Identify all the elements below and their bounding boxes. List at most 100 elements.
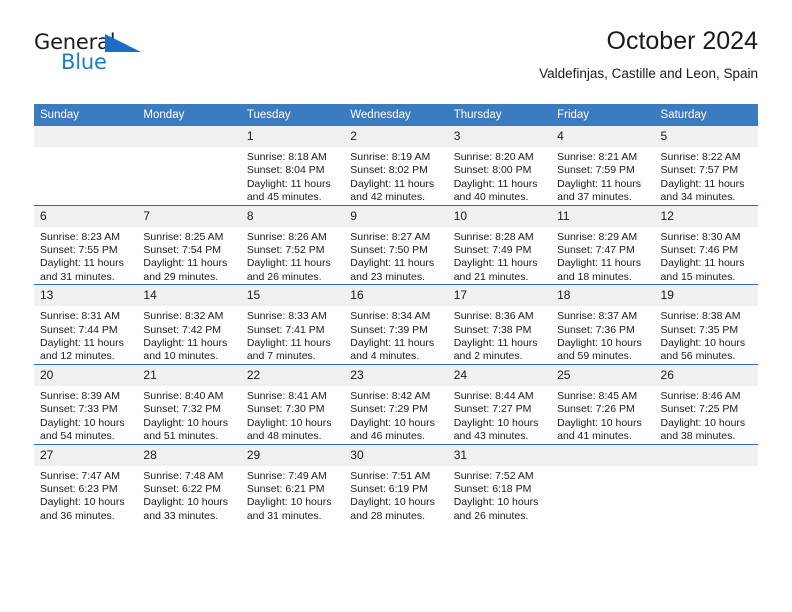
day-sun-details: Sunrise: 8:46 AM Sunset: 7:25 PM Daylight:… xyxy=(655,386,758,444)
calendar-day-cell[interactable]: 7 Sunrise: 8:25 AM Sunset: 7:54 PM Daylight… xyxy=(137,204,241,285)
calendar-day-cell[interactable]: 2 Sunrise: 8:19 AM Sunset: 8:02 PM Daylight… xyxy=(344,126,448,206)
calendar-day-cell[interactable]: 15 Sunrise: 8:33 AM Sunset: 7:41 PM Dayligh… xyxy=(240,284,345,365)
day-detail-line: Sunrise: 8:27 AM xyxy=(350,230,431,243)
day-detail-line: and 31 minutes. xyxy=(246,509,322,522)
day-number xyxy=(551,444,655,466)
general-blue-logo[interactable]: General Blue xyxy=(34,30,164,82)
day-detail-line: and 40 minutes. xyxy=(453,191,529,204)
day-detail-line: Daylight: 11 hours xyxy=(40,337,124,350)
day-detail-line: Daylight: 10 hours xyxy=(557,337,642,350)
calendar-day-cell[interactable]: 31 Sunrise: 7:52 AM Sunset: 6:18 PM Dayligh… xyxy=(447,443,552,524)
page-header: General Blue October 2024 Valdefinjas, C… xyxy=(34,26,758,98)
calendar-day-cell[interactable]: 26 Sunrise: 8:46 AM Sunset: 7:25 PM Dayligh… xyxy=(654,363,758,444)
day-detail-line: Sunrise: 8:20 AM xyxy=(453,151,534,163)
calendar-header-row: Sunday Monday Tuesday Wednesday Thursday Frid… xyxy=(34,104,758,126)
day-number: 4 xyxy=(551,126,655,147)
day-sun-details: Sunrise: 8:19 AM Sunset: 8:02 PM Daylight:… xyxy=(344,147,447,205)
calendar-day-cell[interactable]: 5 Sunrise: 8:22 AM Sunset: 7:57 PM Daylight… xyxy=(654,126,758,206)
day-number: 6 xyxy=(34,205,138,227)
day-detail-line: Sunrise: 8:41 AM xyxy=(246,389,327,402)
day-sun-details xyxy=(137,147,240,151)
day-number: 20 xyxy=(34,364,138,386)
day-number: 23 xyxy=(344,364,448,386)
calendar-day-cell[interactable]: 20 Sunrise: 8:39 AM Sunset: 7:33 PM Dayligh… xyxy=(34,363,138,444)
day-number: 2 xyxy=(344,126,448,147)
day-number: 25 xyxy=(551,364,655,386)
calendar-day-cell[interactable]: 21 Sunrise: 8:40 AM Sunset: 7:32 PM Dayligh… xyxy=(137,363,241,444)
day-detail-line: Sunset: 7:55 PM xyxy=(40,244,118,257)
day-detail-line: Daylight: 11 hours xyxy=(557,177,641,190)
day-detail-line: and 51 minutes. xyxy=(143,430,219,443)
day-detail-line: and 21 minutes. xyxy=(453,270,529,283)
calendar-day-cell[interactable]: 22 Sunrise: 8:41 AM Sunset: 7:30 PM Dayligh… xyxy=(240,363,345,444)
day-detail-line: Sunset: 7:47 PM xyxy=(557,244,635,257)
calendar-day-cell[interactable]: 1 Sunrise: 8:18 AM Sunset: 8:04 PM Daylight… xyxy=(240,126,345,206)
day-detail-line: Sunset: 7:44 PM xyxy=(40,323,118,336)
day-detail-line: Sunset: 7:49 PM xyxy=(453,244,532,257)
calendar-day-cell[interactable]: 24 Sunrise: 8:44 AM Sunset: 7:27 PM Dayligh… xyxy=(447,363,552,444)
day-sun-details: Sunrise: 8:45 AM Sunset: 7:26 PM Daylight:… xyxy=(551,386,654,444)
day-detail-line: and 10 minutes. xyxy=(143,350,219,363)
day-sun-details: Sunrise: 7:51 AM Sunset: 6:19 PM Daylight:… xyxy=(344,466,447,524)
calendar-day-cell[interactable]: 29 Sunrise: 7:49 AM Sunset: 6:21 PM Dayligh… xyxy=(240,443,345,524)
calendar-day-cell[interactable]: 12 Sunrise: 8:30 AM Sunset: 7:46 PM Dayligh… xyxy=(654,204,758,285)
day-detail-line: Sunrise: 7:52 AM xyxy=(453,469,534,482)
day-sun-details: Sunrise: 8:42 AM Sunset: 7:29 PM Daylight:… xyxy=(344,386,447,444)
day-detail-line: Daylight: 11 hours xyxy=(246,337,331,350)
day-detail-line: Sunrise: 8:45 AM xyxy=(557,389,638,402)
calendar-week-row: 20 Sunrise: 8:39 AM Sunset: 7:33 PM Dayligh… xyxy=(34,363,758,444)
calendar-day-cell[interactable]: 28 Sunrise: 7:48 AM Sunset: 6:22 PM Dayligh… xyxy=(137,443,241,524)
day-sun-details: Sunrise: 8:25 AM Sunset: 7:54 PM Daylight:… xyxy=(137,227,240,285)
calendar-week-row: 27 Sunrise: 7:47 AM Sunset: 6:23 PM Dayligh… xyxy=(34,443,758,524)
calendar-day-cell[interactable]: 9 Sunrise: 8:27 AM Sunset: 7:50 PM Daylight… xyxy=(344,204,448,285)
day-detail-line: Daylight: 10 hours xyxy=(143,496,229,509)
day-detail-line: and 12 minutes. xyxy=(40,350,115,363)
day-number: 7 xyxy=(137,205,241,227)
day-detail-line: Sunset: 6:21 PM xyxy=(246,482,325,495)
calendar-day-cell[interactable]: 8 Sunrise: 8:26 AM Sunset: 7:52 PM Daylight… xyxy=(240,204,345,285)
calendar-day-cell[interactable]: 10 Sunrise: 8:28 AM Sunset: 7:49 PM Dayligh… xyxy=(447,204,552,285)
calendar-day-cell[interactable]: 25 Sunrise: 8:45 AM Sunset: 7:26 PM Dayligh… xyxy=(551,363,655,444)
day-detail-line: Sunset: 6:22 PM xyxy=(143,482,222,495)
calendar-day-cell[interactable]: 13 Sunrise: 8:31 AM Sunset: 7:44 PM Dayligh… xyxy=(34,284,138,365)
calendar-day-cell[interactable]: 18 Sunrise: 8:37 AM Sunset: 7:36 PM Dayligh… xyxy=(551,284,655,365)
day-sun-details: Sunrise: 8:30 AM Sunset: 7:46 PM Daylight:… xyxy=(655,227,758,285)
day-detail-line: Sunset: 7:25 PM xyxy=(660,403,739,416)
day-sun-details xyxy=(551,466,654,470)
day-detail-line: Daylight: 10 hours xyxy=(246,416,332,429)
calendar-day-cell[interactable]: 19 Sunrise: 8:38 AM Sunset: 7:35 PM Dayligh… xyxy=(654,284,758,365)
day-detail-line: and 15 minutes. xyxy=(660,270,736,283)
day-detail-line: Sunset: 7:57 PM xyxy=(660,164,739,177)
day-sun-details: Sunrise: 8:20 AM Sunset: 8:00 PM Daylight:… xyxy=(448,147,551,205)
calendar-day-cell[interactable]: 11 Sunrise: 8:29 AM Sunset: 7:47 PM Dayligh… xyxy=(551,204,655,285)
day-sun-details: Sunrise: 8:21 AM Sunset: 7:59 PM Daylight:… xyxy=(551,147,654,205)
calendar-day-cell-empty xyxy=(551,443,655,524)
calendar-day-cell[interactable]: 6 Sunrise: 8:23 AM Sunset: 7:55 PM Daylight… xyxy=(34,204,138,285)
day-number: 8 xyxy=(240,205,345,227)
day-number: 9 xyxy=(344,205,448,227)
calendar-day-cell[interactable]: 27 Sunrise: 7:47 AM Sunset: 6:23 PM Dayligh… xyxy=(34,443,138,524)
day-detail-line: Sunset: 7:50 PM xyxy=(350,244,428,257)
day-detail-line: Sunset: 7:32 PM xyxy=(143,403,222,416)
day-sun-details: Sunrise: 7:47 AM Sunset: 6:23 PM Daylight:… xyxy=(34,466,137,524)
day-number: 28 xyxy=(137,444,241,466)
day-detail-line: and 7 minutes. xyxy=(246,350,316,363)
day-sun-details: Sunrise: 8:27 AM Sunset: 7:50 PM Daylight:… xyxy=(344,227,447,285)
calendar-day-cell[interactable]: 17 Sunrise: 8:36 AM Sunset: 7:38 PM Dayligh… xyxy=(447,284,552,365)
calendar-day-cell[interactable]: 3 Sunrise: 8:20 AM Sunset: 8:00 PM Daylight… xyxy=(447,126,552,206)
day-detail-line: and 36 minutes. xyxy=(40,509,115,522)
day-detail-line: Sunrise: 8:34 AM xyxy=(350,310,431,323)
calendar-day-cell[interactable]: 23 Sunrise: 8:42 AM Sunset: 7:29 PM Dayligh… xyxy=(344,363,448,444)
day-detail-line: and 45 minutes. xyxy=(246,191,322,204)
day-sun-details: Sunrise: 8:32 AM Sunset: 7:42 PM Daylight:… xyxy=(137,306,240,364)
day-detail-line: Daylight: 11 hours xyxy=(557,257,641,270)
calendar-day-cell[interactable]: 16 Sunrise: 8:34 AM Sunset: 7:39 PM Dayligh… xyxy=(344,284,448,365)
calendar-day-cell[interactable]: 14 Sunrise: 8:32 AM Sunset: 7:42 PM Dayligh… xyxy=(137,284,241,365)
day-detail-line: Sunrise: 8:38 AM xyxy=(660,310,741,323)
day-detail-line: Sunrise: 8:46 AM xyxy=(660,389,741,402)
calendar-day-cell[interactable]: 4 Sunrise: 8:21 AM Sunset: 7:59 PM Daylight… xyxy=(551,126,655,206)
page-title: October 2024 xyxy=(606,27,759,55)
day-number: 18 xyxy=(551,285,655,307)
calendar-day-cell[interactable]: 30 Sunrise: 7:51 AM Sunset: 6:19 PM Dayligh… xyxy=(344,443,448,524)
day-detail-line: Daylight: 11 hours xyxy=(453,337,538,350)
